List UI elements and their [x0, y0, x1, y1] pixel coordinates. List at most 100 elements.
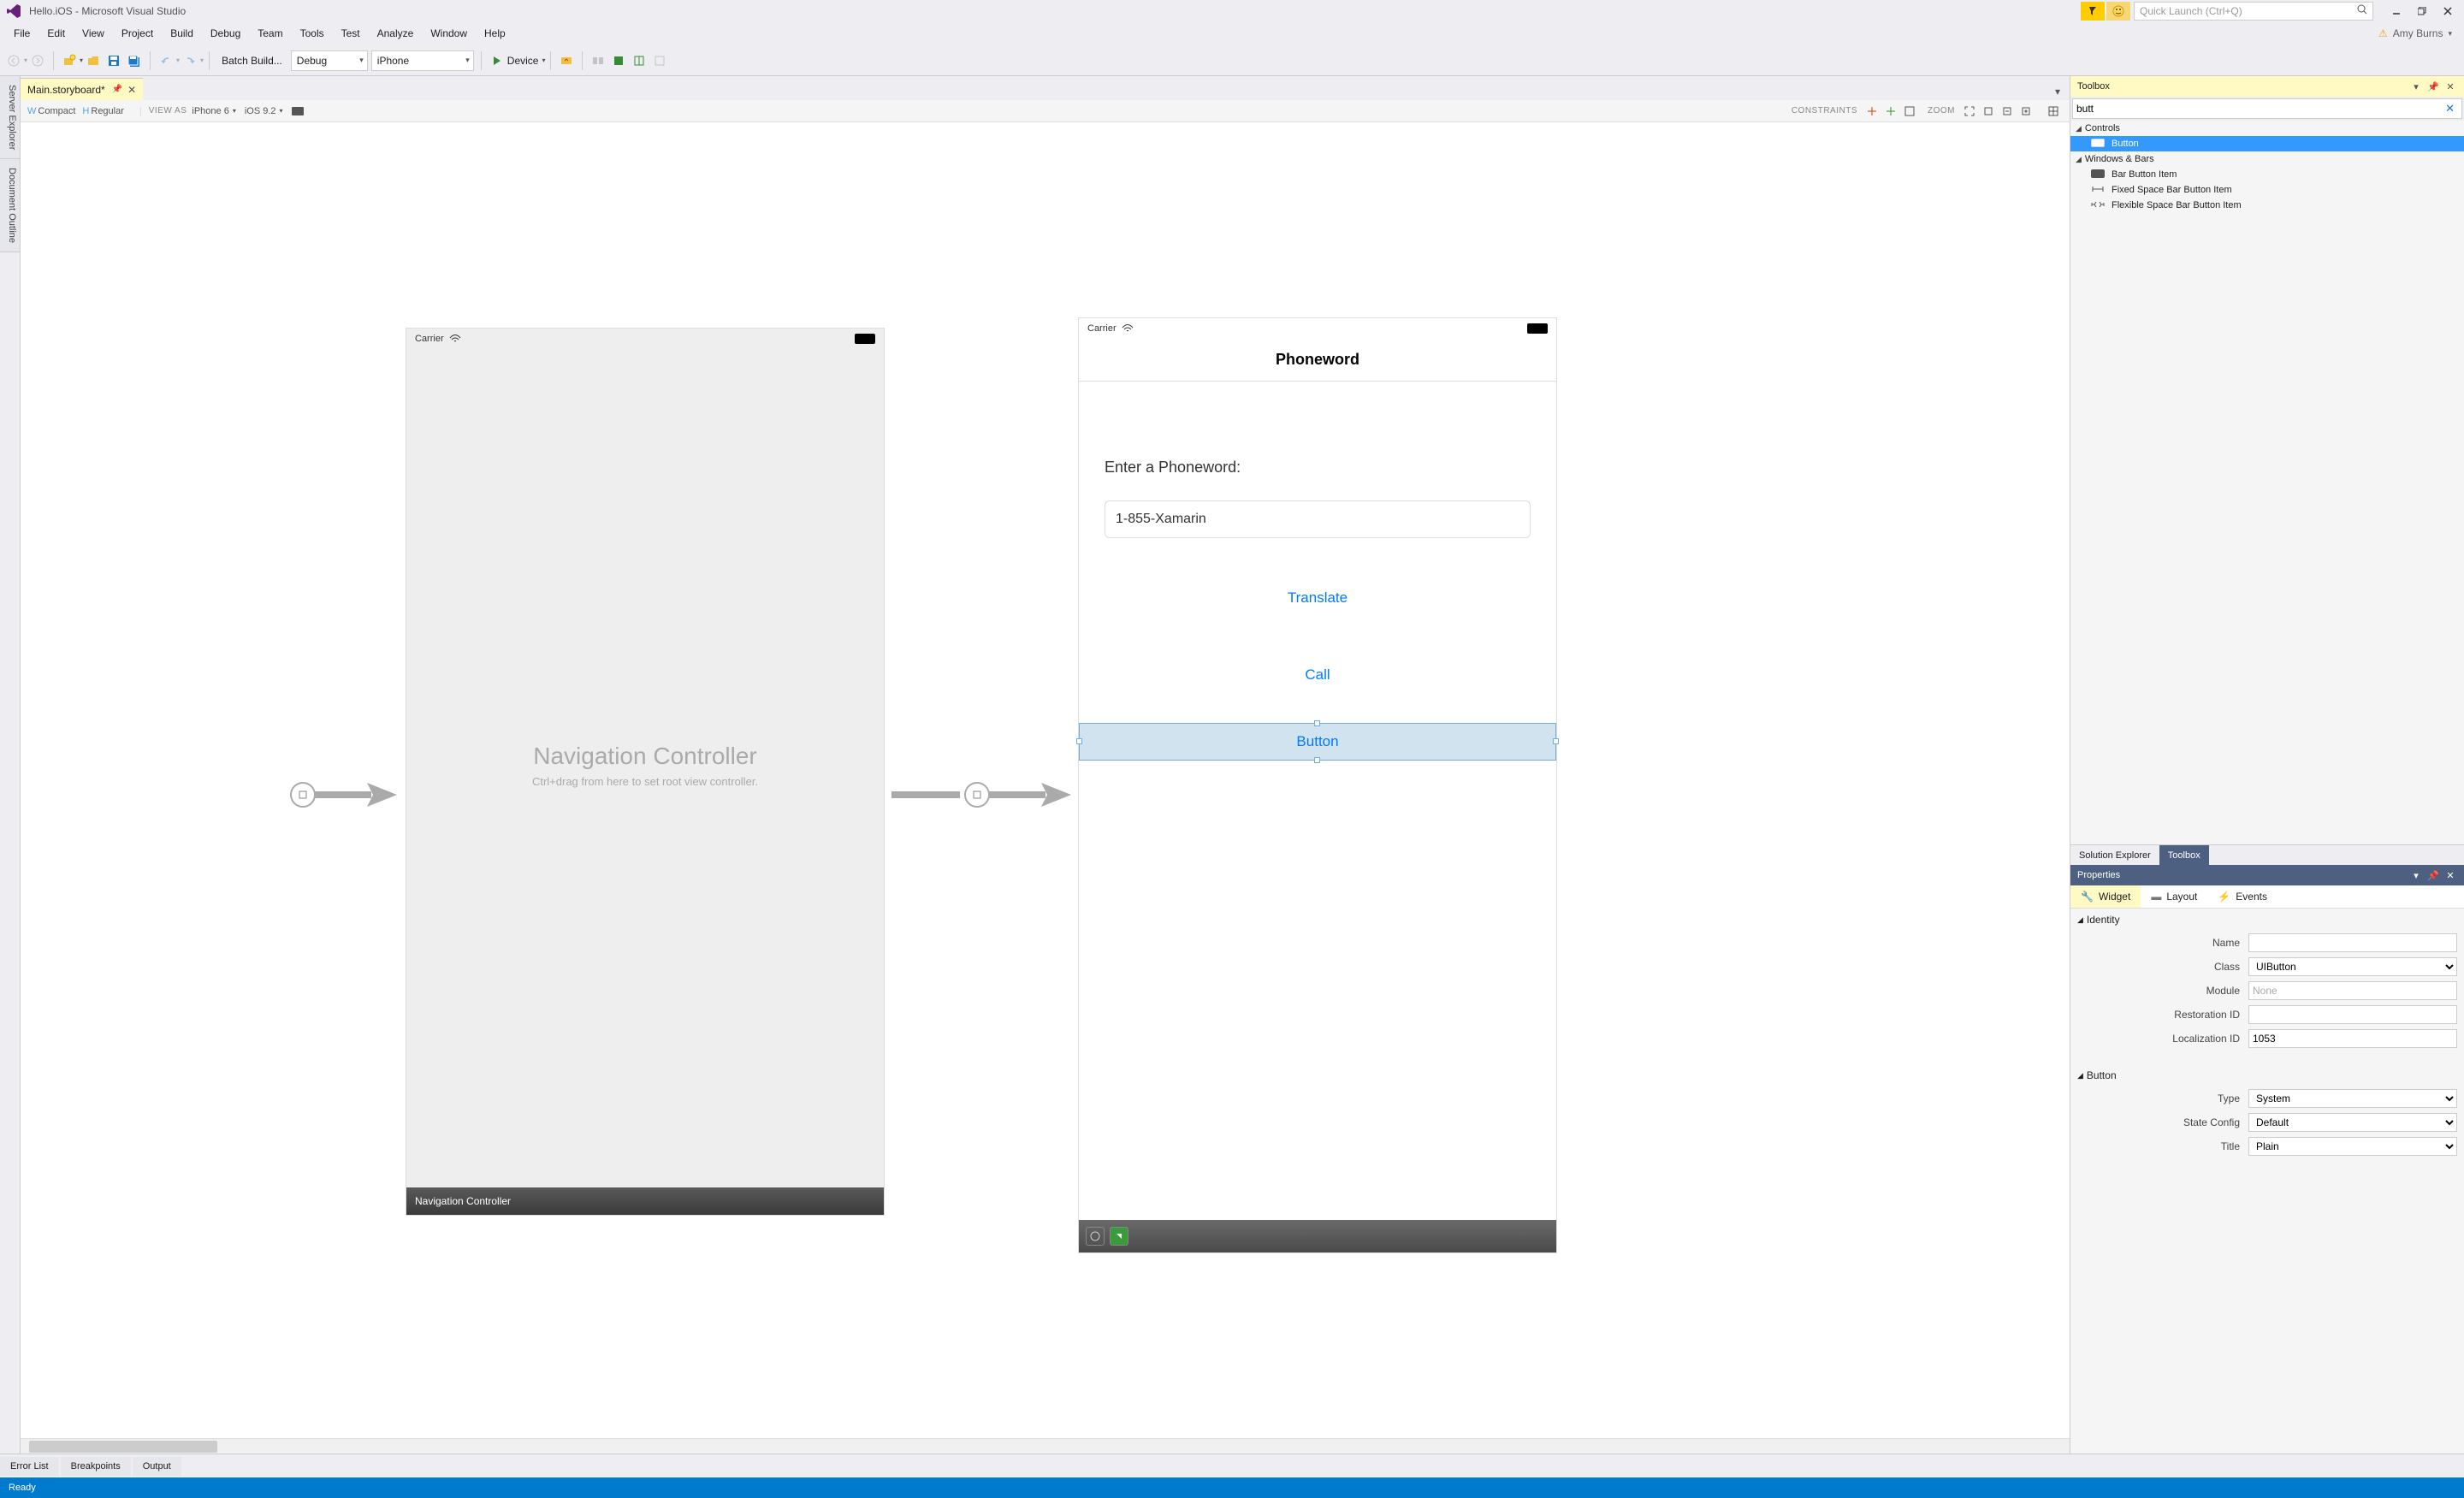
- restore-button[interactable]: [2411, 3, 2433, 20]
- identity-section-header[interactable]: ◢Identity: [2070, 909, 2464, 931]
- view-as-device[interactable]: iPhone 6: [192, 106, 228, 116]
- properties-tab-widget[interactable]: 🔧Widget: [2070, 885, 2141, 908]
- navigation-controller-scene[interactable]: Carrier Navigation Controller Ctrl+drag …: [406, 328, 885, 1216]
- config-combo[interactable]: Debug: [291, 50, 368, 71]
- prop-state-select[interactable]: Default: [2248, 1113, 2457, 1132]
- notifications-flag-button[interactable]: [2081, 2, 2105, 21]
- prop-name-input[interactable]: [2248, 933, 2457, 952]
- batch-build-button[interactable]: Batch Build...: [215, 50, 289, 72]
- toolbox-item-bar-button-item[interactable]: Bar Button Item: [2070, 167, 2464, 182]
- designer-grid-icon[interactable]: [2045, 104, 2062, 119]
- pin-icon[interactable]: 📌: [112, 85, 122, 94]
- pane-pin-icon[interactable]: 📌: [2426, 868, 2440, 882]
- menu-team[interactable]: Team: [249, 23, 291, 44]
- pane-options-icon[interactable]: ▾: [2409, 868, 2423, 882]
- root-segue-arrow[interactable]: [891, 778, 1080, 812]
- horizontal-scrollbar[interactable]: [21, 1438, 2070, 1454]
- new-project-button[interactable]: [59, 50, 80, 72]
- menu-edit[interactable]: Edit: [38, 23, 74, 44]
- pane-close-icon[interactable]: ✕: [2443, 868, 2457, 882]
- initial-segue-arrow[interactable]: [277, 778, 406, 812]
- open-file-button[interactable]: [83, 50, 104, 72]
- selected-new-button[interactable]: Button: [1079, 723, 1556, 761]
- clear-search-icon[interactable]: ✕: [2442, 102, 2458, 115]
- orientation-icon[interactable]: [292, 107, 304, 115]
- enter-phoneword-label[interactable]: Enter a Phoneword:: [1105, 459, 1531, 477]
- resize-handle[interactable]: [1314, 720, 1320, 726]
- tab-overflow-button[interactable]: ▾: [2049, 83, 2066, 100]
- platform-combo[interactable]: iPhone: [371, 50, 474, 71]
- prop-module-input[interactable]: [2248, 981, 2457, 1000]
- tb-layout4-button[interactable]: [649, 50, 670, 72]
- view-controller-dock-icon[interactable]: [1086, 1227, 1105, 1246]
- properties-tab-layout[interactable]: ▬Layout: [2141, 885, 2207, 908]
- phoneword-textfield[interactable]: [1105, 500, 1531, 538]
- prop-type-select[interactable]: System: [2248, 1089, 2457, 1108]
- toolbox-search-input[interactable]: ✕: [2072, 98, 2462, 119]
- tb-layout3-button[interactable]: [629, 50, 649, 72]
- menu-test[interactable]: Test: [333, 23, 369, 44]
- phoneword-scene[interactable]: Carrier Phoneword Enter a Phoneword: Tra…: [1078, 317, 1557, 1253]
- document-tab[interactable]: Main.storyboard* 📌 ✕: [21, 78, 143, 100]
- menu-help[interactable]: Help: [476, 23, 514, 44]
- properties-tab-events[interactable]: ⚡Events: [2207, 885, 2277, 908]
- constraints-update-icon[interactable]: [1882, 104, 1899, 119]
- zoom-actual-icon[interactable]: [1980, 104, 1997, 119]
- nav-back-button[interactable]: [3, 50, 24, 72]
- first-responder-dock-icon[interactable]: [1110, 1227, 1128, 1246]
- pair-to-mac-button[interactable]: [556, 50, 577, 72]
- menu-debug[interactable]: Debug: [202, 23, 249, 44]
- zoom-out-icon[interactable]: [1999, 104, 2016, 119]
- resize-handle[interactable]: [1553, 738, 1559, 744]
- panel-tab-toolbox[interactable]: Toolbox: [2159, 845, 2209, 865]
- close-tab-icon[interactable]: ✕: [127, 84, 136, 96]
- toolbox-item-button[interactable]: Button: [2070, 136, 2464, 151]
- call-button[interactable]: Call: [1105, 666, 1531, 684]
- save-all-button[interactable]: [124, 50, 145, 72]
- zoom-in-icon[interactable]: [2017, 104, 2035, 119]
- prop-title-select[interactable]: Plain: [2248, 1137, 2457, 1156]
- translate-button[interactable]: Translate: [1105, 589, 1531, 607]
- toolbox-group-windows-bars[interactable]: ◢Windows & Bars: [2070, 151, 2464, 167]
- menu-analyze[interactable]: Analyze: [369, 23, 423, 44]
- nav-bar-title[interactable]: Phoneword: [1079, 339, 1556, 382]
- toolbox-item-flexible-space[interactable]: Flexible Space Bar Button Item: [2070, 198, 2464, 213]
- undo-button[interactable]: [156, 50, 176, 72]
- resize-handle[interactable]: [1314, 757, 1320, 763]
- tb-layout1-button[interactable]: [588, 50, 608, 72]
- tb-layout2-button[interactable]: [608, 50, 629, 72]
- minimize-button[interactable]: [2385, 3, 2408, 20]
- start-debug-button[interactable]: [487, 50, 507, 72]
- prop-localization-input[interactable]: [2248, 1029, 2457, 1048]
- zoom-fit-icon[interactable]: [1961, 104, 1978, 119]
- toolbox-item-fixed-space[interactable]: Fixed Space Bar Button Item: [2070, 182, 2464, 198]
- menu-file[interactable]: File: [5, 23, 38, 44]
- size-class-w-value[interactable]: Compact: [38, 106, 75, 116]
- toolbox-group-controls[interactable]: ◢Controls: [2070, 121, 2464, 136]
- pane-pin-icon[interactable]: 📌: [2426, 80, 2440, 93]
- close-button[interactable]: [2437, 3, 2459, 20]
- quick-launch-input[interactable]: Quick Launch (Ctrl+Q): [2134, 2, 2373, 21]
- feedback-button[interactable]: [2106, 2, 2130, 21]
- side-tab-document-outline[interactable]: Document Outline: [0, 159, 20, 252]
- menu-view[interactable]: View: [74, 23, 113, 44]
- bottom-tab-output[interactable]: Output: [133, 1457, 181, 1476]
- pane-close-icon[interactable]: ✕: [2443, 80, 2457, 93]
- panel-tab-solution-explorer[interactable]: Solution Explorer: [2070, 845, 2159, 865]
- bottom-tab-error-list[interactable]: Error List: [0, 1457, 59, 1476]
- save-button[interactable]: [104, 50, 124, 72]
- prop-restoration-input[interactable]: [2248, 1005, 2457, 1024]
- menu-tools[interactable]: Tools: [292, 23, 333, 44]
- side-tab-server-explorer[interactable]: Server Explorer: [0, 76, 20, 159]
- bottom-tab-breakpoints[interactable]: Breakpoints: [61, 1457, 131, 1476]
- redo-button[interactable]: [180, 50, 200, 72]
- menu-window[interactable]: Window: [422, 23, 476, 44]
- constraints-add-icon[interactable]: [1863, 104, 1881, 119]
- constraints-frame-icon[interactable]: [1901, 104, 1918, 119]
- size-class-h-value[interactable]: Regular: [91, 106, 124, 116]
- nav-forward-button[interactable]: [27, 50, 48, 72]
- pane-options-icon[interactable]: ▾: [2409, 80, 2423, 93]
- view-as-ios[interactable]: iOS 9.2: [245, 106, 276, 116]
- prop-class-select[interactable]: UIButton: [2248, 957, 2457, 976]
- resize-handle[interactable]: [1076, 738, 1082, 744]
